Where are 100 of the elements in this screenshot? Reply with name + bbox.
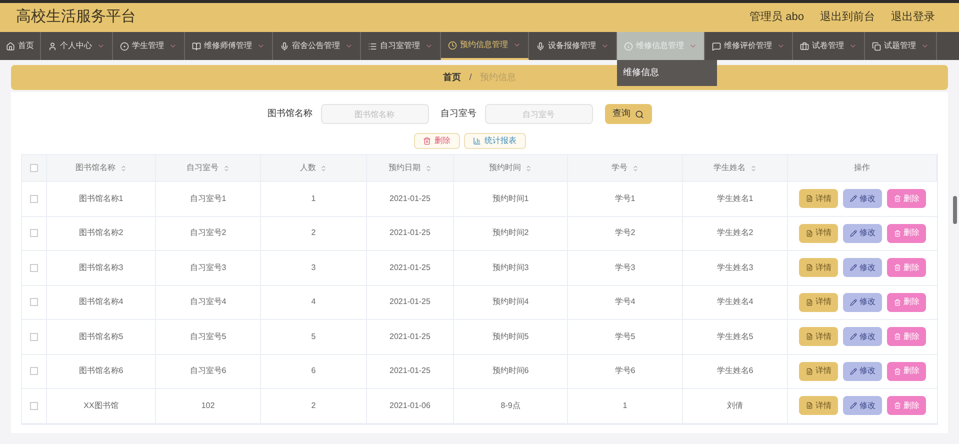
- table-cell: 自习室号1: [190, 192, 226, 205]
- table-cell: 预约时间6: [492, 365, 529, 378]
- row-action-button[interactable]: 详情: [799, 258, 838, 278]
- table-cell: 3: [311, 262, 316, 274]
- row-action-button[interactable]: 详情: [799, 224, 838, 243]
- nav-tab[interactable]: 试卷管理: [793, 32, 865, 60]
- table-cell: 学生姓名5: [716, 330, 754, 343]
- caret-icon: [601, 42, 609, 50]
- row-action-button[interactable]: 修改: [843, 258, 882, 278]
- search-button[interactable]: 查询: [604, 104, 652, 124]
- nav-tab[interactable]: 预约信息管理: [441, 32, 529, 60]
- field-label: 图书馆名称: [268, 107, 312, 120]
- row-action-button[interactable]: 删除: [887, 224, 926, 243]
- sort-icon[interactable]: [750, 164, 756, 172]
- row-action-button[interactable]: 修改: [843, 396, 882, 416]
- row-action-button[interactable]: 删除: [887, 292, 926, 312]
- sort-icon[interactable]: [222, 164, 230, 172]
- copy-icon: [872, 42, 881, 50]
- header-checkbox[interactable]: [30, 164, 38, 172]
- table-cell: 学生姓名6: [716, 365, 754, 378]
- sort-icon[interactable]: [525, 164, 532, 172]
- table-cell: 预约时间2: [492, 227, 529, 240]
- row-action-button[interactable]: 删除: [887, 327, 926, 346]
- circle-icon: [120, 42, 129, 50]
- caret-icon: [345, 42, 353, 50]
- sort-icon[interactable]: [424, 164, 432, 172]
- nav-tab[interactable]: 个人中心: [41, 32, 113, 60]
- row-action-button[interactable]: 修改: [843, 224, 882, 243]
- table-cell: 自习室号2: [190, 227, 226, 240]
- book-icon: [192, 42, 201, 50]
- table-cell: 1: [622, 400, 628, 412]
- nav-tab[interactable]: 宿舍公告管理: [273, 32, 361, 60]
- pencil-icon: [850, 368, 856, 375]
- table-cell: 学号5: [614, 330, 636, 343]
- row-action-button[interactable]: 修改: [843, 292, 882, 312]
- row-action-button[interactable]: 详情: [799, 189, 838, 208]
- table-cell: 学号3: [614, 262, 636, 274]
- row-action-button[interactable]: 详情: [799, 292, 838, 312]
- row-action-button[interactable]: 详情: [799, 396, 838, 416]
- table-cell: 自习室号3: [190, 262, 226, 274]
- row-checkbox[interactable]: [30, 194, 38, 203]
- pencil-icon: [850, 195, 856, 202]
- row-action-button[interactable]: 修改: [843, 189, 882, 208]
- table-cell: 2: [311, 400, 316, 412]
- nav-tab[interactable]: 自习室管理: [361, 32, 441, 60]
- microphone-icon: [536, 42, 545, 50]
- nav-tab[interactable]: 维修评价管理: [705, 32, 793, 60]
- trash-icon: [894, 298, 900, 306]
- dropdown-item[interactable]: 维修信息: [623, 66, 711, 80]
- caret-icon: [849, 42, 857, 50]
- pencil-icon: [850, 333, 856, 340]
- column-header: 人数: [300, 162, 316, 174]
- sort-icon[interactable]: [320, 164, 327, 172]
- microphone-icon: [280, 42, 289, 50]
- table-cell: 学生姓名1: [716, 192, 754, 205]
- caret-icon: [921, 42, 929, 50]
- table-cell: 8-9点: [500, 400, 520, 412]
- row-checkbox[interactable]: [30, 298, 38, 306]
- breadcrumb-item[interactable]: 首页: [443, 70, 462, 84]
- row-action-button[interactable]: 删除: [887, 189, 926, 208]
- table-cell: 2021-01-25: [390, 296, 430, 308]
- header-link[interactable]: 退出到前台: [820, 9, 875, 26]
- table-cell: 自习室号6: [190, 365, 226, 378]
- nav-tab[interactable]: 学生管理: [113, 32, 185, 60]
- scrollbar-thumb[interactable]: [953, 196, 957, 224]
- row-action-button[interactable]: 修改: [843, 362, 882, 381]
- row-action-button[interactable]: 详情: [799, 327, 838, 346]
- row-action-button[interactable]: 详情: [799, 362, 838, 381]
- report-button[interactable]: 统计报表: [464, 133, 526, 149]
- nav-tab[interactable]: 首页: [0, 32, 41, 60]
- briefcase-icon: [800, 42, 809, 50]
- table-cell: 学号2: [614, 227, 636, 240]
- column-header: 自习室号: [186, 162, 218, 174]
- field-label: 自习室号: [440, 107, 476, 120]
- row-action-button[interactable]: 删除: [887, 362, 926, 381]
- file-icon: [806, 264, 812, 272]
- row-checkbox[interactable]: [30, 367, 38, 376]
- caret-icon: [169, 42, 177, 50]
- sort-icon[interactable]: [120, 164, 126, 172]
- row-checkbox[interactable]: [30, 332, 38, 341]
- sort-icon[interactable]: [632, 164, 638, 172]
- nav-tab[interactable]: 维修师傅管理: [185, 32, 273, 60]
- delete-button[interactable]: 删除: [414, 133, 460, 149]
- search-field[interactable]: 图书馆名称: [320, 104, 428, 124]
- header-link[interactable]: 退出登录: [891, 9, 935, 26]
- nav-tab[interactable]: 试题管理: [865, 32, 937, 60]
- row-checkbox[interactable]: [30, 264, 38, 272]
- table-cell: 预约时间5: [492, 330, 529, 343]
- column-header: 图书馆名称: [76, 162, 116, 174]
- row-checkbox[interactable]: [30, 229, 38, 238]
- table-cell: 2021-01-06: [390, 400, 430, 412]
- row-action-button[interactable]: 删除: [887, 258, 926, 278]
- column-header: 学号: [612, 162, 628, 174]
- search-field[interactable]: 自习室号: [484, 104, 592, 124]
- caret-icon: [689, 42, 697, 50]
- row-action-button[interactable]: 删除: [887, 396, 926, 416]
- search-icon: [634, 110, 644, 118]
- row-checkbox[interactable]: [30, 402, 38, 410]
- chart-icon: [472, 137, 480, 145]
- row-action-button[interactable]: 修改: [843, 327, 882, 346]
